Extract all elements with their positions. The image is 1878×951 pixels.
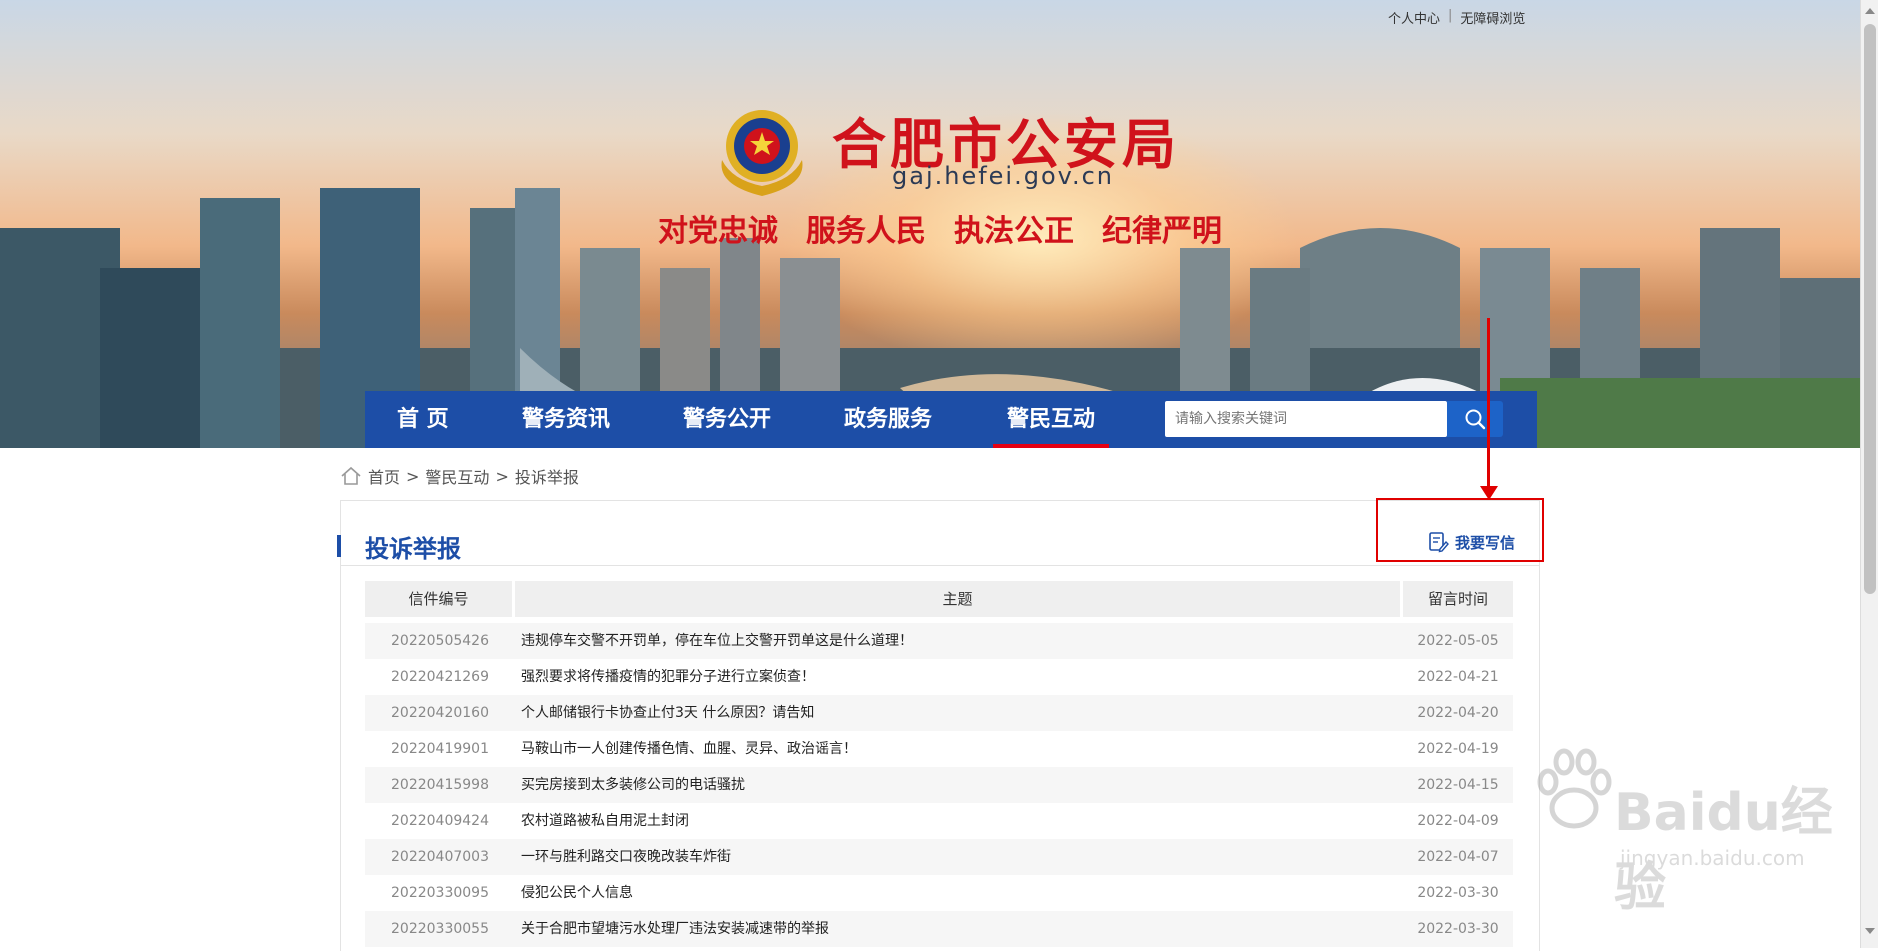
top-links-divider: | xyxy=(1448,8,1453,23)
breadcrumb-separator: > xyxy=(495,466,509,486)
letter-date: 2022-03-30 xyxy=(1417,885,1499,901)
letter-id: 20220415998 xyxy=(391,777,489,793)
table-row[interactable]: 20220330095 侵犯公民个人信息 2022-03-30 xyxy=(365,875,1513,911)
section-divider xyxy=(341,565,1539,566)
slogan: 纪律严明 xyxy=(1102,214,1222,249)
table-header: 信件编号 主题 留言时间 xyxy=(365,581,1513,617)
letter-subject-link[interactable]: 关于合肥市望塘污水处理厂违法安装减速带的举报 xyxy=(515,911,1403,947)
home-icon xyxy=(341,466,361,485)
search-icon xyxy=(1465,409,1486,430)
table-row[interactable]: 20220505426 违规停车交警不开罚单，停在车位上交警开罚单这是什么道理！ 2… xyxy=(365,623,1513,659)
table-row[interactable]: 20220330055 关于合肥市望塘污水处理厂违法安装减速带的举报 2022-03… xyxy=(365,911,1513,947)
scroll-up-arrow-icon[interactable] xyxy=(1865,8,1875,14)
watermark-brand: Baidu经验 xyxy=(1614,783,1833,918)
letter-date: 2022-04-19 xyxy=(1417,741,1499,757)
table-row[interactable]: 20220420160 个人邮储银行卡协查止付3天 什么原因？请告知 2022-04… xyxy=(365,695,1513,731)
letter-subject-link[interactable]: 强烈要求将传播疫情的犯罪分子进行立案侦查！ xyxy=(515,659,1403,695)
letter-id: 20220505426 xyxy=(391,633,489,649)
letter-id: 20220421269 xyxy=(391,669,489,685)
nav-government-services[interactable]: 政务服务 xyxy=(844,391,932,448)
search-input[interactable] xyxy=(1165,401,1445,437)
police-emblem-icon xyxy=(721,110,803,196)
letter-date: 2022-04-15 xyxy=(1417,777,1499,793)
top-links: 个人中心 | 无障碍浏览 xyxy=(1388,8,1525,27)
complaint-table: 信件编号 主题 留言时间 20220505426 违规停车交警不开罚单，停在车位上… xyxy=(365,581,1513,947)
letter-id: 20220409424 xyxy=(391,813,489,829)
letter-id: 20220330055 xyxy=(391,921,489,937)
letter-date: 2022-05-05 xyxy=(1417,633,1499,649)
site-domain: gaj.hefei.gov.cn xyxy=(892,162,1115,190)
annotation-highlight-box xyxy=(1376,498,1544,562)
slogan: 对党忠诚 xyxy=(658,214,778,249)
letter-id: 20220407003 xyxy=(391,849,489,865)
nav-police-news[interactable]: 警务资讯 xyxy=(522,391,610,448)
letter-id: 20220420160 xyxy=(391,705,489,721)
nav-police-public-interaction[interactable]: 警民互动 xyxy=(992,391,1110,448)
letter-id: 20220419901 xyxy=(391,741,489,757)
breadcrumb-home[interactable]: 首页 xyxy=(368,464,400,488)
baidu-jingyan-watermark: Baidu经验 jingyan.baidu.com xyxy=(1534,746,1834,918)
letter-subject-link[interactable]: 农村道路被私自用泥土封闭 xyxy=(515,803,1403,839)
header-letter-id: 信件编号 xyxy=(365,581,512,617)
table-row[interactable]: 20220407003 一环与胜利路交口夜晚改装车炸街 2022-04-07 xyxy=(365,839,1513,875)
table-row[interactable]: 20220409424 农村道路被私自用泥土封闭 2022-04-09 xyxy=(365,803,1513,839)
letter-id: 20220330095 xyxy=(391,885,489,901)
table-row[interactable]: 20220421269 强烈要求将传播疫情的犯罪分子进行立案侦查！ 2022-04-… xyxy=(365,659,1513,695)
search-button[interactable] xyxy=(1447,401,1503,437)
header-date: 留言时间 xyxy=(1403,581,1513,617)
table-row[interactable]: 20220419901 马鞍山市一人创建传播色情、血腥、灵异、政治谣言！ 2022-… xyxy=(365,731,1513,767)
annotation-arrow-line xyxy=(1487,318,1490,490)
letter-subject-link[interactable]: 一环与胜利路交口夜晚改装车炸街 xyxy=(515,839,1403,875)
section-title: 投诉举报 xyxy=(365,535,461,563)
page-scrollbar[interactable] xyxy=(1860,0,1878,948)
letter-date: 2022-04-20 xyxy=(1417,705,1499,721)
paw-logo-icon xyxy=(1537,748,1612,829)
letter-date: 2022-04-21 xyxy=(1417,669,1499,685)
personal-center-link[interactable]: 个人中心 xyxy=(1388,8,1440,27)
watermark-url: jingyan.baidu.com xyxy=(1620,846,1805,870)
breadcrumb-separator: > xyxy=(406,466,420,486)
table-row[interactable]: 20220415998 买完房接到太多装修公司的电话骚扰 2022-04-15 xyxy=(365,767,1513,803)
letter-subject-link[interactable]: 买完房接到太多装修公司的电话骚扰 xyxy=(515,767,1403,803)
letter-subject-link[interactable]: 个人邮储银行卡协查止付3天 什么原因？请告知 xyxy=(515,695,1403,731)
breadcrumb-current: 投诉举报 xyxy=(514,468,579,487)
breadcrumb-interaction[interactable]: 警民互动 xyxy=(425,464,489,488)
table-body: 20220505426 违规停车交警不开罚单，停在车位上交警开罚单这是什么道理！ 2… xyxy=(365,623,1513,947)
section-title-marker xyxy=(337,535,341,557)
letter-subject-link[interactable]: 侵犯公民个人信息 xyxy=(515,875,1403,911)
breadcrumb: 首页 > 警民互动 > 投诉举报 xyxy=(340,464,579,488)
scroll-down-arrow-icon[interactable] xyxy=(1865,928,1875,934)
nav-police-disclosure[interactable]: 警务公开 xyxy=(683,391,771,448)
nav-home[interactable]: 首 页 xyxy=(397,391,449,448)
scrollbar-thumb[interactable] xyxy=(1864,24,1876,594)
letter-subject-link[interactable]: 违规停车交警不开罚单，停在车位上交警开罚单这是什么道理！ xyxy=(515,623,1403,659)
letter-subject-link[interactable]: 马鞍山市一人创建传播色情、血腥、灵异、政治谣言！ xyxy=(515,731,1403,767)
search-box xyxy=(1165,401,1447,437)
header-subject: 主题 xyxy=(515,581,1400,617)
accessibility-link[interactable]: 无障碍浏览 xyxy=(1460,8,1525,27)
letter-date: 2022-04-09 xyxy=(1417,813,1499,829)
letter-date: 2022-03-30 xyxy=(1417,921,1499,937)
letter-date: 2022-04-07 xyxy=(1417,849,1499,865)
slogan-row: 对党忠诚 服务人民 执法公正 纪律严明 xyxy=(658,206,1222,250)
slogan: 服务人民 xyxy=(806,214,926,249)
main-nav: 首 页 警务资讯 警务公开 政务服务 警民互动 xyxy=(365,391,1537,448)
slogan: 执法公正 xyxy=(954,214,1074,249)
